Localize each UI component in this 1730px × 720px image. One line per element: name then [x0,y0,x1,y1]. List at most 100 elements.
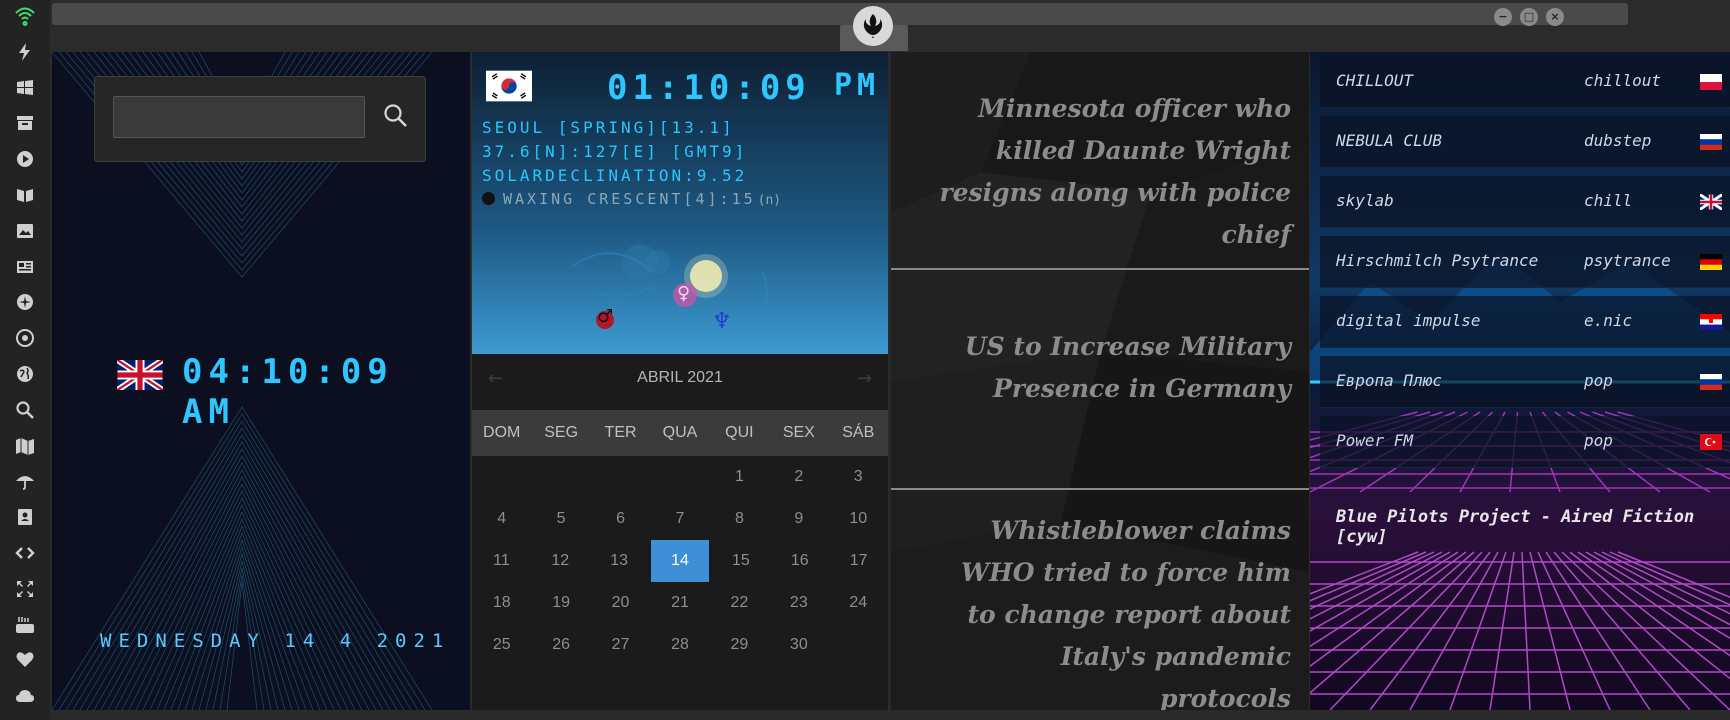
youtube-icon[interactable] [13,613,37,637]
seoul-declination-line: SOLARDECLINATION:9.52 [482,166,748,185]
calendar-day[interactable]: 5 [531,498,590,540]
calendar-day[interactable] [591,456,650,498]
south-korea-flag-icon [486,70,532,102]
calendar-day[interactable]: 25 [472,624,531,666]
news-headline[interactable]: US to Increase Military Presence in Germ… [891,326,1309,410]
station-genre: chill [1584,191,1633,210]
book-icon[interactable] [13,183,37,207]
bolt-icon[interactable] [13,40,37,64]
search-input[interactable] [113,96,365,138]
calendar-day[interactable] [829,624,888,666]
calendar-day[interactable]: 28 [650,624,709,666]
search-button[interactable] [379,96,413,138]
calendar-day[interactable] [650,456,709,498]
globe-icon[interactable] [13,362,37,386]
calendar-day[interactable]: 24 [829,582,888,624]
calendar-day[interactable]: 21 [650,582,709,624]
heart-icon[interactable] [13,648,37,672]
archive-icon[interactable] [13,111,37,135]
moon-phase-icon [482,192,495,205]
station-genre: psytrance [1584,251,1671,270]
station-name: Hirschmilch Psytrance [1336,251,1539,270]
station-genre: pop [1584,431,1613,450]
radio-station-row[interactable]: NEBULA CLUB dubstep [1320,116,1730,168]
moon-phase-text: WAXING CRESCENT[4]:15 [503,190,756,208]
calendar-day-today[interactable]: 14 [650,540,710,582]
image-icon[interactable] [13,219,37,243]
calendar-week: 11 12 13 14 15 16 17 [472,540,888,582]
empire-icon[interactable] [13,326,37,350]
calendar-day[interactable]: 6 [591,498,650,540]
calendar-day[interactable]: 2 [769,456,828,498]
news-panel: Minnesota officer who killed Daunte Wrig… [891,52,1309,710]
calendar-day[interactable]: 30 [769,624,828,666]
radio-station-row[interactable]: digital impulse e.nic [1320,296,1730,348]
calendar-day[interactable]: 15 [711,540,770,582]
calendar-day[interactable]: 22 [710,582,769,624]
calendar-day[interactable]: 29 [710,624,769,666]
seoul-coordinates-line: 37.6[N]:127[E] [GMT9] [482,142,748,161]
calendar-day[interactable] [472,456,531,498]
search-icon[interactable] [13,398,37,422]
uk-clock-panel: 04:10:09 AM WEDNESDAY 14 4 2021 [52,52,470,710]
calendar-day[interactable]: 9 [769,498,828,540]
search-icon [383,103,409,132]
weekday-label: QUA [662,424,698,441]
station-name: digital impulse [1336,311,1481,330]
fullscreen-icon[interactable] [13,577,37,601]
calendar-day[interactable]: 16 [770,540,829,582]
minimize-button[interactable]: − [1494,8,1512,26]
calendar-day[interactable]: 18 [472,582,531,624]
title-bar-field[interactable] [52,3,1628,25]
calendar-day[interactable]: 11 [472,540,531,582]
russia-flag-icon [1700,134,1722,150]
calendar-day[interactable]: 3 [829,456,888,498]
radio-station-row[interactable]: CHILLOUT chillout [1320,56,1730,108]
news-headline[interactable]: Minnesota officer who killed Daunte Wrig… [891,88,1309,256]
cloud-icon[interactable] [13,684,37,708]
contacts-icon[interactable] [13,505,37,529]
news-icon[interactable] [13,255,37,279]
station-name: Европа Плюс [1336,371,1442,390]
calendar-day[interactable]: 8 [710,498,769,540]
calendar-month-title: ABRIL 2021 [637,369,723,386]
windows-icon[interactable] [13,76,37,100]
close-button[interactable]: × [1546,8,1564,26]
uk-time-display: 04:10:09 AM [182,352,394,432]
calendar-day[interactable]: 1 [710,456,769,498]
wifi-icon[interactable] [13,4,37,28]
maximize-button[interactable]: □ [1520,8,1538,26]
search-box [94,76,426,162]
calendar-day[interactable]: 4 [472,498,531,540]
station-genre: e.nic [1584,311,1633,330]
calendar-day[interactable] [531,456,590,498]
play-icon[interactable] [13,147,37,171]
rebel-icon[interactable] [13,290,37,314]
calendar-day[interactable]: 19 [531,582,590,624]
uk-date-display: WEDNESDAY 14 4 2021 [100,630,451,652]
calendar-day[interactable]: 27 [591,624,650,666]
radio-station-row[interactable]: Power FM pop [1320,416,1730,468]
calendar-day[interactable]: 26 [531,624,590,666]
calendar: ← ABRIL 2021 → DOM SEG TER QUA QUI SEX S… [472,354,888,710]
radio-station-row[interactable]: skylab chill [1320,176,1730,228]
umbrella-icon[interactable] [13,469,37,493]
calendar-day[interactable]: 17 [829,540,888,582]
calendar-day[interactable]: 7 [650,498,709,540]
radio-station-row[interactable]: Европа Плюс pop [1320,356,1730,408]
code-icon[interactable] [13,541,37,565]
calendar-day[interactable]: 13 [590,540,649,582]
map-icon[interactable] [13,434,37,458]
calendar-day[interactable]: 23 [769,582,828,624]
croatia-flag-icon [1700,314,1722,330]
calendar-day[interactable]: 20 [591,582,650,624]
calendar-weekdays: DOM SEG TER QUA QUI SEX SÁB [472,410,888,456]
next-month-button[interactable]: → [857,368,872,389]
uk-flag-icon [1700,194,1722,210]
calendar-day[interactable]: 12 [531,540,590,582]
calendar-day[interactable]: 10 [829,498,888,540]
news-headline[interactable]: Whistleblower claims WHO tried to force … [891,510,1309,710]
rebel-alliance-logo-icon[interactable] [853,6,893,46]
radio-panel: CHILLOUT chillout NEBULA CLUB dubstep sk… [1310,52,1730,710]
radio-station-row[interactable]: Hirschmilch Psytrance psytrance [1320,236,1730,288]
